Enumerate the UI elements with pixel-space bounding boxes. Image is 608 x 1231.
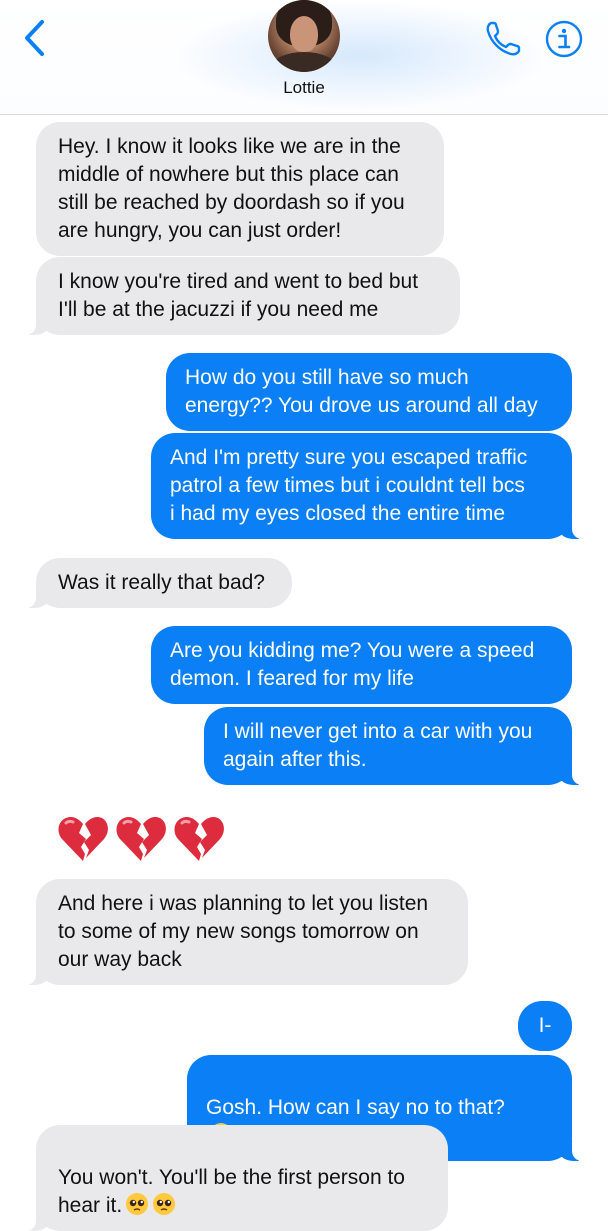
chevron-left-icon xyxy=(25,20,44,56)
message-bubble-outgoing[interactable]: How do you still have so much energy?? Y… xyxy=(166,353,572,431)
phone-button[interactable] xyxy=(482,18,524,60)
emoji-message[interactable] xyxy=(56,813,236,873)
info-button[interactable] xyxy=(544,19,584,59)
message-bubble-outgoing[interactable]: Are you kidding me? You were a speed dem… xyxy=(151,626,572,704)
broken-heart-icon xyxy=(174,816,224,861)
message-bubble-incoming[interactable]: Was it really that bad? xyxy=(24,558,292,608)
info-icon xyxy=(545,20,583,58)
back-button[interactable] xyxy=(14,14,58,62)
pleading-face-icon xyxy=(126,1193,149,1215)
message-bubble-incoming[interactable]: You won't. You'll be the first person to… xyxy=(24,1125,448,1231)
contact-name[interactable]: Lottie xyxy=(0,78,608,98)
message-bubble-outgoing[interactable]: I- xyxy=(518,1001,572,1051)
contact-avatar[interactable] xyxy=(268,0,340,72)
phone-icon xyxy=(486,21,521,56)
broken-heart-icon xyxy=(116,816,166,861)
message-text: You won't. You'll be the first person to… xyxy=(58,1166,405,1217)
conversation-header: Lottie xyxy=(0,0,608,115)
broken-heart-icon xyxy=(58,816,108,861)
pleading-face-icon xyxy=(153,1193,176,1215)
message-text: Gosh. How can I say no to that? xyxy=(206,1096,505,1119)
message-bubble-outgoing[interactable]: And I'm pretty sure you escaped traffic … xyxy=(151,433,584,539)
message-bubble-incoming[interactable]: I know you're tired and went to bed but … xyxy=(24,257,460,335)
message-bubble-outgoing[interactable]: I will never get into a car with you aga… xyxy=(204,707,584,785)
message-bubble-incoming[interactable]: And here i was planning to let you liste… xyxy=(24,879,468,985)
message-bubble-incoming[interactable]: Hey. I know it looks like we are in the … xyxy=(36,122,444,256)
